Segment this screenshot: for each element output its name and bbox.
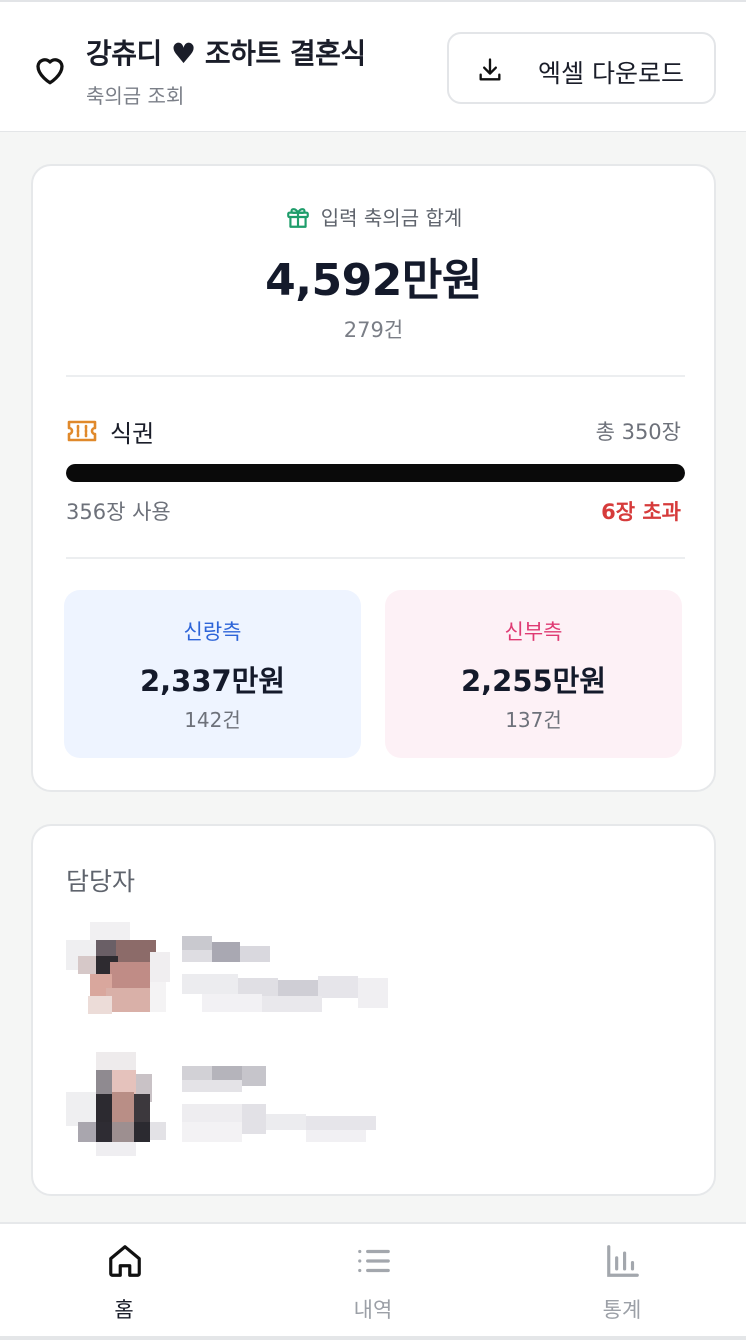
- manager-detail-redacted: [182, 1104, 376, 1142]
- page-subtitle: 축의금 조회: [86, 84, 185, 108]
- divider: [66, 375, 685, 377]
- home-icon: [109, 1245, 141, 1277]
- avatar: [66, 922, 170, 1014]
- page-title: 강츄디 ♥ 조하트 결혼식: [86, 37, 366, 70]
- download-icon: [479, 58, 501, 81]
- nav-history-label: 내역: [353, 1298, 393, 1322]
- bar-chart-icon: [607, 1245, 639, 1277]
- app-header: 강츄디 ♥ 조하트 결혼식 축의금 조회 엑셀 다운로드: [0, 0, 746, 132]
- excel-download-label: 엑셀 다운로드: [538, 59, 684, 88]
- total-count: 279건: [343, 318, 404, 342]
- heart-outline-icon: [36, 58, 64, 85]
- list-icon: [358, 1249, 390, 1273]
- bride-side-label: 신부측: [504, 620, 563, 644]
- total-label: 입력 축의금 합계: [320, 206, 463, 230]
- manager-name-redacted: [182, 936, 270, 962]
- bride-side-amount: 2,255만원: [460, 664, 607, 698]
- summary-card: 입력 축의금 합계 4,592만원 279건 식권 총 350장 356장 사용…: [31, 164, 716, 792]
- manager-row: [66, 922, 686, 1018]
- ticket-label: 식권: [110, 420, 155, 448]
- manager-name-redacted: [182, 1066, 266, 1092]
- bride-side-box[interactable]: 신부측 2,255만원 137건: [385, 590, 682, 758]
- nav-history[interactable]: 내역: [249, 1224, 497, 1340]
- total-label-row: 입력 축의금 합계: [33, 202, 714, 231]
- avatar: [66, 1052, 166, 1156]
- nav-home-label: 홈: [114, 1298, 134, 1322]
- groom-side-box[interactable]: 신랑측 2,337만원 142건: [64, 590, 361, 758]
- bride-side-count: 137건: [505, 708, 562, 732]
- manager-detail-redacted: [182, 974, 388, 1012]
- groom-side-amount: 2,337만원: [139, 664, 286, 698]
- ticket-over: 6장 초과: [601, 500, 681, 524]
- groom-side-count: 142건: [184, 708, 241, 732]
- manager-row: [66, 1052, 686, 1156]
- nav-home[interactable]: 홈: [0, 1224, 248, 1340]
- ticket-progress-fill: [66, 464, 685, 482]
- excel-download-button[interactable]: 엑셀 다운로드: [447, 32, 716, 104]
- ticket-icon: [67, 420, 97, 442]
- gift-icon: [286, 208, 309, 228]
- nav-stats[interactable]: 통계: [498, 1224, 746, 1340]
- manager-card: 담당자: [31, 824, 716, 1196]
- nav-stats-label: 통계: [602, 1298, 642, 1322]
- ticket-progress-bar: [66, 464, 685, 482]
- total-amount: 4,592만원: [265, 255, 482, 306]
- ticket-total: 총 350장: [595, 420, 681, 444]
- bottom-navigation: 홈 내역 통계: [0, 1222, 746, 1340]
- ticket-used: 356장 사용: [66, 500, 171, 524]
- manager-title: 담당자: [66, 867, 136, 896]
- groom-side-label: 신랑측: [183, 620, 242, 644]
- divider: [66, 557, 685, 559]
- bottom-edge: [0, 1336, 746, 1340]
